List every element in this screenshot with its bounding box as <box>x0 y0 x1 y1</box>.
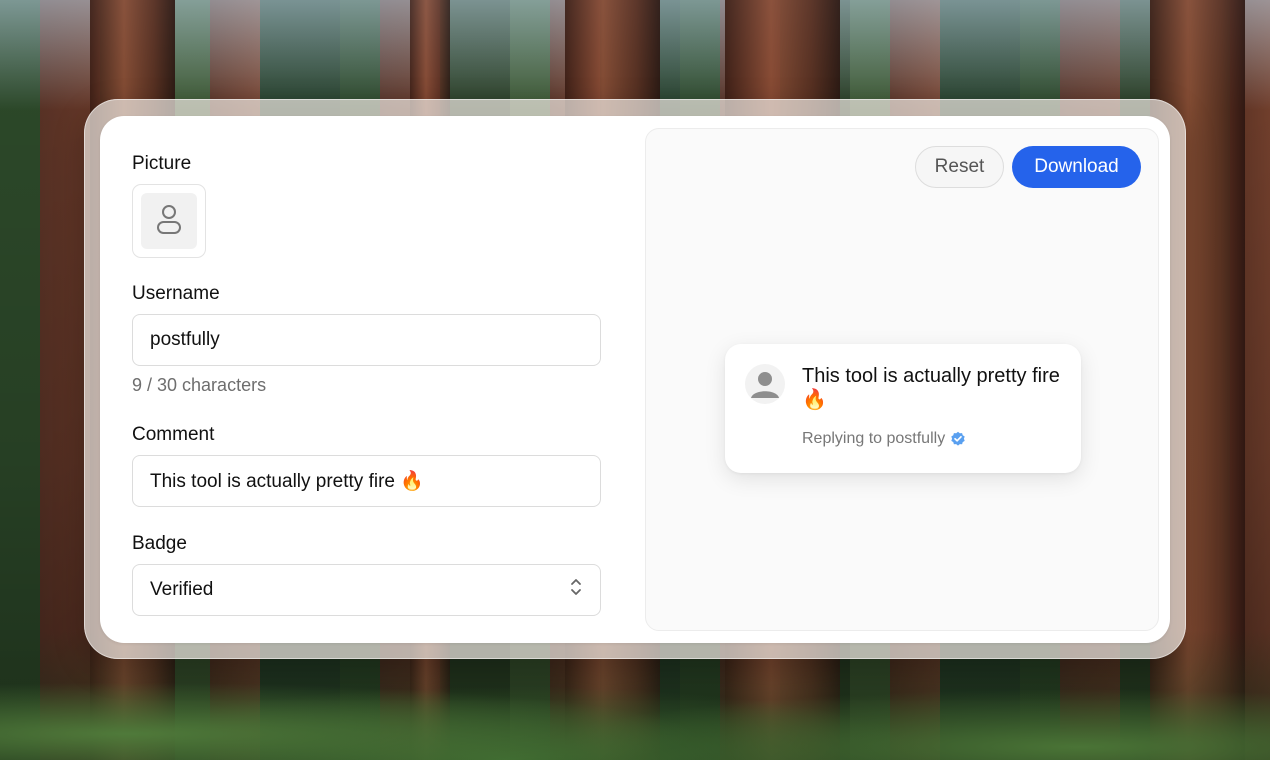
editor-card: Picture Username 9 / 30 characters Comme… <box>100 116 1170 643</box>
picture-upload[interactable] <box>132 184 206 258</box>
picture-label: Picture <box>132 153 192 174</box>
comment-field[interactable] <box>132 455 601 507</box>
username-input[interactable] <box>150 329 583 351</box>
badge-label: Badge <box>132 533 187 554</box>
reset-button[interactable]: Reset <box>915 146 1004 188</box>
comment-label: Comment <box>132 424 215 445</box>
avatar <box>745 364 785 404</box>
verified-badge-icon <box>950 431 966 447</box>
preview-panel: Reset Download This tool is actually pre… <box>645 128 1159 631</box>
username-label: Username <box>132 283 220 304</box>
replying-to-text: Replying to postfully <box>802 430 946 447</box>
comment-input[interactable] <box>150 470 583 492</box>
badge-select[interactable]: Verified <box>132 564 601 616</box>
badge-selected-value: Verified <box>150 579 214 600</box>
download-button[interactable]: Download <box>1012 146 1141 188</box>
username-character-count: 9 / 30 characters <box>132 375 267 395</box>
preview-comment-text: This tool is actually pretty fire 🔥 <box>802 365 1060 411</box>
user-icon <box>155 203 183 240</box>
comment-form: Picture Username 9 / 30 characters Comme… <box>132 152 602 616</box>
user-silhouette-icon <box>745 372 785 404</box>
chevron-up-down-icon <box>569 577 583 603</box>
username-field[interactable] <box>132 314 601 366</box>
comment-preview-card: This tool is actually pretty fire 🔥 Repl… <box>725 344 1081 473</box>
replying-to-line: Replying to postfully <box>802 430 966 448</box>
picture-placeholder <box>141 193 197 249</box>
